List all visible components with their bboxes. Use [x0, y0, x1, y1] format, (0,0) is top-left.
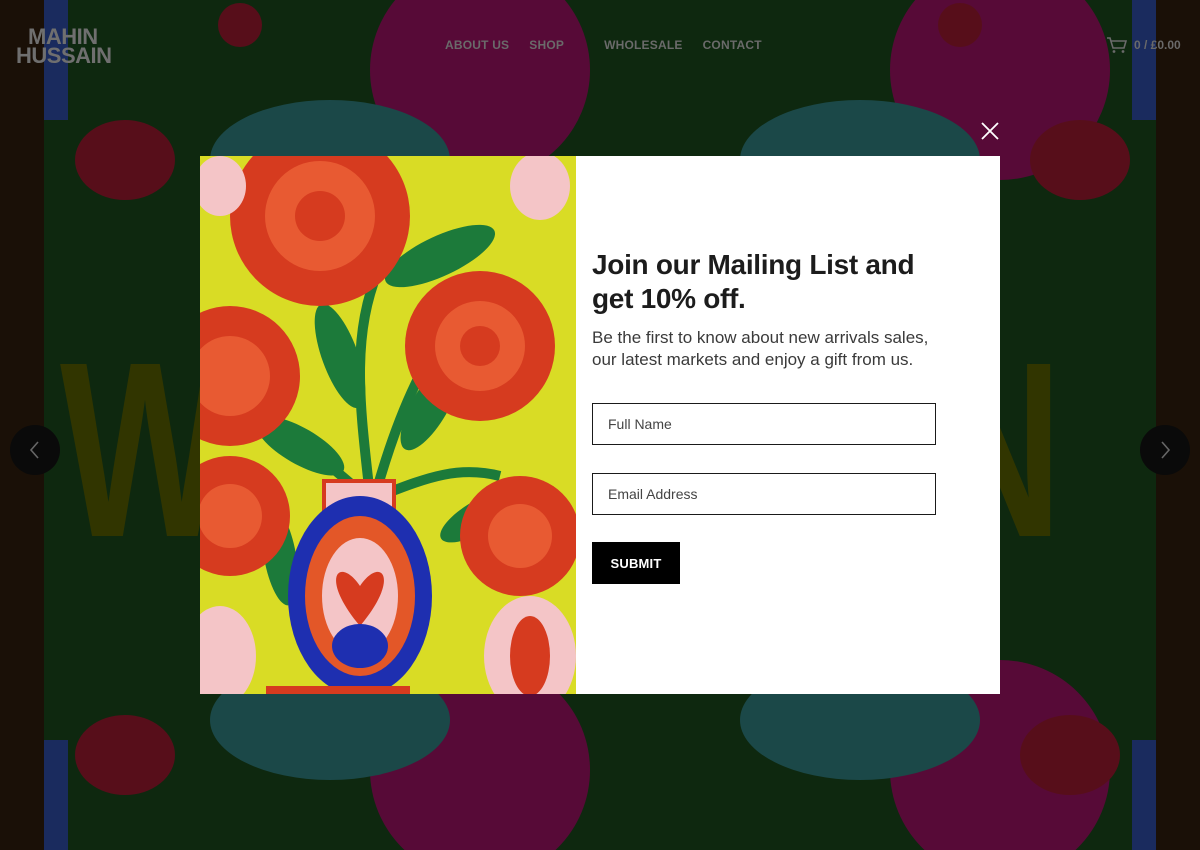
mailing-list-popup: Join our Mailing List and get 10% off. B… — [200, 156, 1000, 694]
cart-icon — [1107, 37, 1128, 53]
popup-headline: Join our Mailing List and get 10% off. — [592, 249, 915, 314]
chevron-right-icon — [1161, 441, 1171, 459]
site-header: MAHIN HUSSAIN ABOUT US SHOP WHOLESALE CO… — [0, 0, 1200, 90]
flower-vase-illustration — [200, 156, 576, 694]
cart-link[interactable]: 0 / £0.00 — [1106, 36, 1181, 54]
submit-button[interactable]: SUBMIT — [592, 542, 680, 584]
popup-close-button[interactable] — [978, 119, 1002, 143]
cart-summary: 0 / £0.00 — [1134, 38, 1181, 52]
main-nav: ABOUT US SHOP WHOLESALE CONTACT — [445, 38, 762, 52]
slider-prev-button[interactable] — [10, 425, 60, 475]
email-input[interactable] — [592, 473, 936, 515]
chevron-left-icon — [29, 441, 39, 459]
nav-contact[interactable]: CONTACT — [703, 38, 762, 52]
popup-subtext: Be the first to know about new arrivals … — [592, 328, 929, 369]
site-logo[interactable]: MAHIN HUSSAIN — [16, 26, 112, 68]
nav-shop[interactable]: SHOP — [529, 38, 564, 52]
close-icon — [981, 122, 999, 140]
popup-illustration — [200, 156, 576, 694]
popup-content: Join our Mailing List and get 10% off. B… — [576, 156, 1000, 694]
full-name-input[interactable] — [592, 403, 936, 445]
nav-wholesale[interactable]: WHOLESALE — [604, 38, 682, 52]
logo-line-2: HUSSAIN — [16, 43, 112, 68]
slider-next-button[interactable] — [1140, 425, 1190, 475]
nav-about-us[interactable]: ABOUT US — [445, 38, 509, 52]
